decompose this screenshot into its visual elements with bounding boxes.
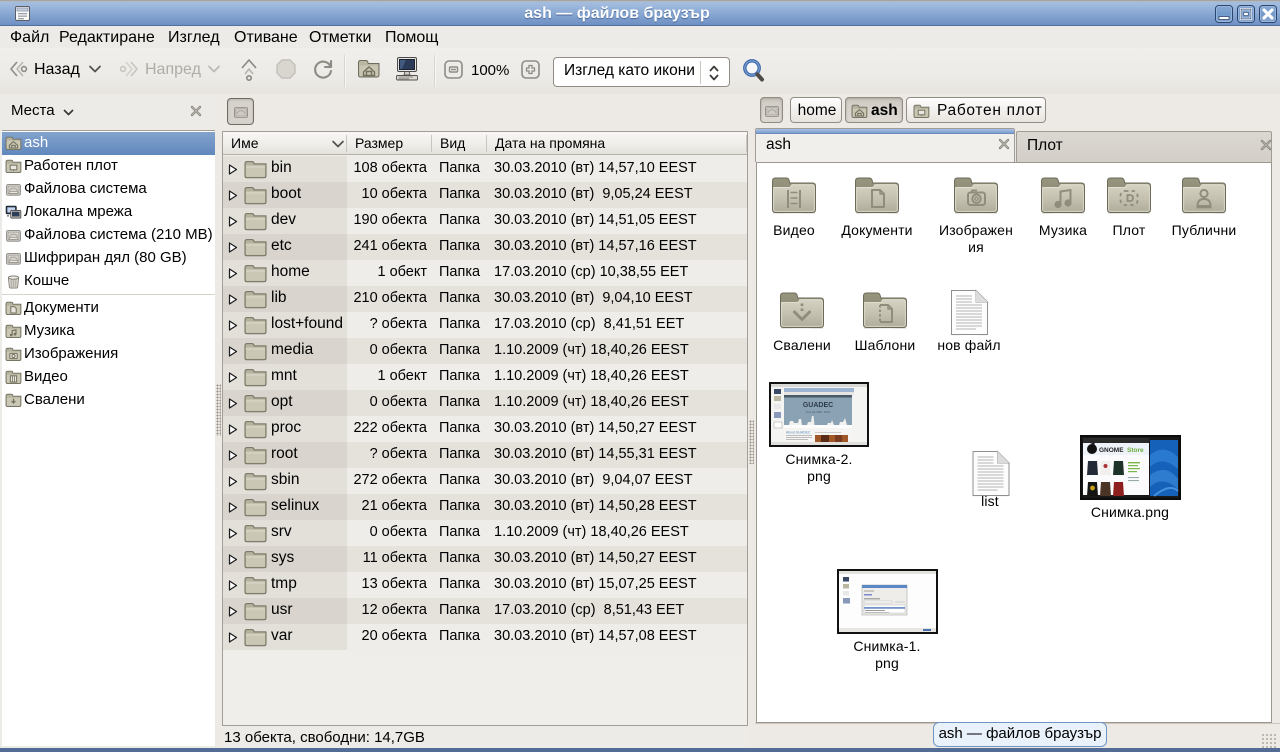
svg-text:About GUADEC: About GUADEC [786, 431, 811, 435]
svg-text:July 24-30th, 2010: July 24-30th, 2010 [806, 410, 831, 414]
svg-text:GNOME: GNOME [1099, 447, 1124, 454]
svg-text:Store: Store [1127, 447, 1144, 454]
svg-text:GUADEC: GUADEC [803, 402, 833, 409]
